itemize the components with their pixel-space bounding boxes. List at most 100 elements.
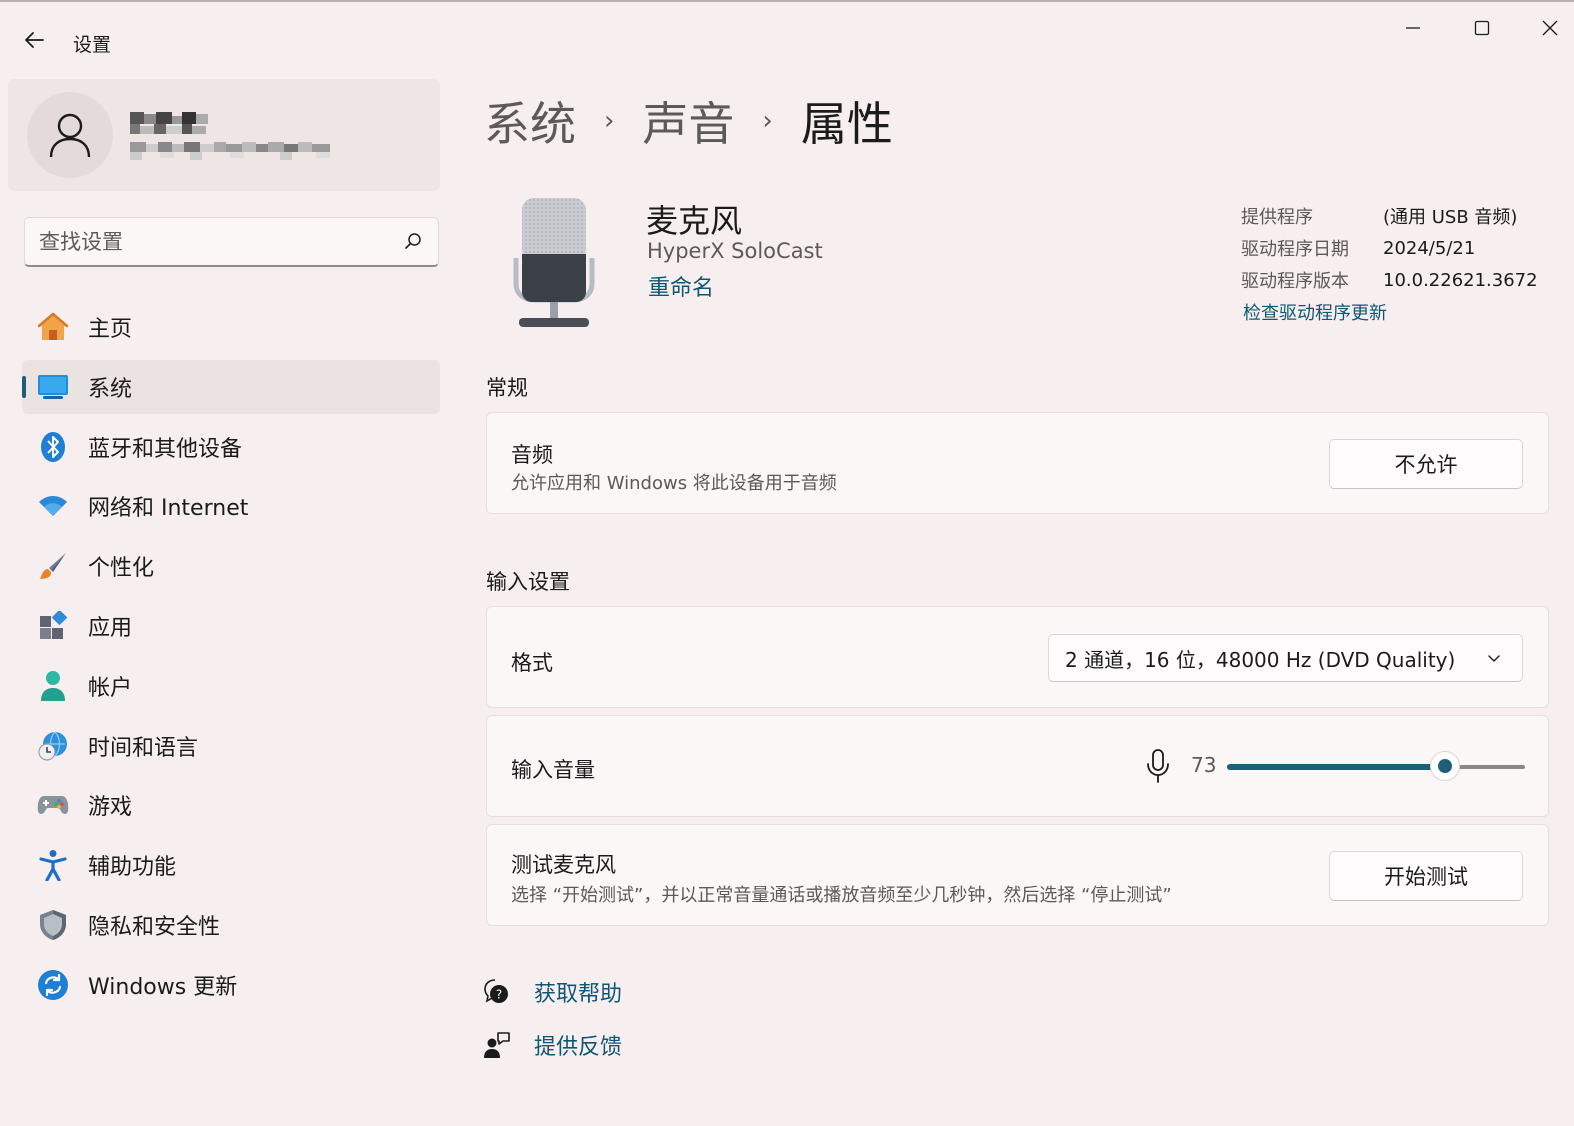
update-icon	[36, 968, 70, 1002]
page-title: 属性	[800, 97, 893, 151]
breadcrumb-separator: ›	[762, 106, 773, 136]
settings-window: 设置 查找设置 主页 系统 蓝牙和其他设备 网络和 Internet 个性化 应…	[0, 0, 1574, 1126]
brush-icon	[36, 549, 70, 583]
close-button[interactable]	[1527, 10, 1573, 46]
audio-card: 音频 允许应用和 Windows 将此设备用于音频 不允许	[486, 412, 1549, 514]
sidebar-item-label: 系统	[88, 376, 133, 402]
sidebar-nav: 主页 系统 蓝牙和其他设备 网络和 Internet 个性化 应用 帐户 时间和…	[22, 300, 440, 1018]
sidebar-item-label: 隐私和安全性	[88, 914, 221, 940]
maximize-button[interactable]	[1459, 10, 1505, 46]
maximize-icon	[1474, 20, 1490, 36]
sidebar-item-label: 游戏	[88, 795, 133, 821]
sidebar-item-apps[interactable]: 应用	[22, 599, 440, 653]
sidebar-item-label: 时间和语言	[88, 735, 199, 761]
search-input[interactable]	[39, 227, 389, 257]
account-icon	[36, 669, 70, 703]
breadcrumb: 系统 › 声音 › 属性	[484, 88, 893, 154]
accessibility-icon	[36, 848, 70, 882]
sidebar-item-privacy[interactable]: 隐私和安全性	[22, 898, 440, 952]
sidebar-item-label: 辅助功能	[88, 855, 177, 881]
system-icon	[36, 370, 70, 404]
format-card: 格式 2 通道，16 位，48000 Hz (DVD Quality)	[486, 606, 1549, 708]
start-test-button[interactable]: 开始测试	[1329, 851, 1523, 901]
rename-link[interactable]: 重命名	[648, 270, 714, 302]
sidebar-item-accounts[interactable]: 帐户	[22, 659, 440, 713]
test-microphone-card: 测试麦克风 选择 “开始测试”，并以正常音量通话或播放音频至少几秒钟，然后选择 …	[486, 824, 1549, 926]
sidebar-item-label: Windows 更新	[88, 974, 238, 1000]
device-name: 麦克风	[646, 202, 743, 240]
device-model: HyperX SoloCast	[647, 239, 823, 263]
sidebar-item-gaming[interactable]: 游戏	[22, 778, 440, 832]
wifi-icon	[36, 489, 70, 523]
sidebar-item-label: 应用	[88, 615, 133, 641]
search-box	[24, 217, 439, 267]
sidebar-item-personalization[interactable]: 个性化	[22, 539, 440, 593]
apps-icon	[36, 609, 70, 643]
microphone-icon	[1147, 749, 1169, 783]
give-feedback-link[interactable]: 提供反馈	[484, 1029, 622, 1061]
sidebar-item-accessibility[interactable]: 辅助功能	[22, 838, 440, 892]
driver-row-date: 驱动程序日期 2024/5/21	[1241, 232, 1538, 264]
give-feedback-label: 提供反馈	[534, 1035, 623, 1060]
driver-key: 驱动程序日期	[1241, 239, 1349, 260]
section-title-input-settings: 输入设置	[486, 570, 570, 594]
input-volume-value: 73	[1191, 753, 1217, 777]
shield-icon	[36, 908, 70, 942]
format-select[interactable]: 2 通道，16 位，48000 Hz (DVD Quality)	[1048, 634, 1523, 682]
input-volume-slider[interactable]	[1227, 746, 1525, 786]
minimize-icon	[1406, 27, 1420, 29]
breadcrumb-separator: ›	[604, 106, 615, 136]
check-driver-update-link[interactable]: 检查驱动程序更新	[1243, 299, 1538, 325]
get-help-link[interactable]: ? 获取帮助	[484, 976, 622, 1008]
app-title: 设置	[73, 34, 112, 56]
driver-value: 2024/5/21	[1383, 237, 1476, 259]
redacted-account-name	[130, 112, 330, 160]
chevron-down-icon	[1488, 655, 1500, 662]
format-selected-value: 2 通道，16 位，48000 Hz (DVD Quality)	[1065, 647, 1456, 672]
time-language-icon	[36, 729, 70, 763]
sidebar-item-label: 主页	[88, 317, 133, 342]
svg-text:?: ?	[496, 988, 502, 1002]
sidebar-item-home[interactable]: 主页	[22, 300, 440, 354]
audio-title: 音频	[511, 443, 553, 467]
audio-description: 允许应用和 Windows 将此设备用于音频	[511, 473, 837, 494]
sidebar-item-windows-update[interactable]: Windows 更新	[22, 958, 440, 1012]
search-icon[interactable]	[404, 232, 422, 250]
minimize-button[interactable]	[1390, 10, 1436, 46]
sidebar-item-bluetooth[interactable]: 蓝牙和其他设备	[22, 420, 440, 474]
input-volume-title: 输入音量	[511, 758, 595, 782]
slider-thumb[interactable]	[1430, 751, 1460, 781]
driver-info: 提供程序 (通用 USB 音频) 驱动程序日期 2024/5/21 驱动程序版本…	[1241, 200, 1538, 325]
disallow-button[interactable]: 不允许	[1329, 439, 1523, 489]
feedback-icon	[484, 1032, 510, 1058]
help-chat-icon: ?	[484, 979, 508, 1003]
back-arrow-icon	[25, 32, 44, 48]
user-icon	[49, 113, 91, 158]
sidebar-item-network[interactable]: 网络和 Internet	[22, 479, 440, 533]
get-help-label: 获取帮助	[534, 982, 623, 1007]
test-microphone-description: 选择 “开始测试”，并以正常音量通话或播放音频至少几秒钟，然后选择 “停止测试”	[511, 885, 1172, 906]
microphone-device-icon	[513, 198, 595, 327]
gaming-icon	[36, 788, 70, 822]
back-button[interactable]	[14, 22, 54, 58]
breadcrumb-item-system[interactable]: 系统	[484, 88, 576, 154]
bluetooth-icon	[36, 430, 70, 464]
sidebar-item-time-language[interactable]: 时间和语言	[22, 719, 440, 773]
sidebar-item-label: 个性化	[88, 556, 155, 582]
sidebar-item-label: 网络和 Internet	[88, 496, 249, 522]
slider-fill	[1227, 764, 1445, 770]
breadcrumb-item-sound[interactable]: 声音	[642, 88, 734, 154]
home-icon	[36, 310, 70, 344]
driver-row-version: 驱动程序版本 10.0.22621.3672	[1241, 264, 1538, 296]
section-title-general: 常规	[486, 376, 528, 400]
driver-key: 驱动程序版本	[1241, 271, 1349, 292]
sidebar-item-system[interactable]: 系统	[22, 359, 440, 414]
input-volume-card: 输入音量 73	[486, 715, 1549, 817]
profile-card[interactable]	[8, 79, 440, 191]
avatar	[27, 92, 113, 178]
driver-key: 提供程序	[1241, 207, 1313, 228]
driver-value: (通用 USB 音频)	[1383, 207, 1518, 228]
title-bar: 设置	[0, 2, 1574, 74]
driver-value: 10.0.22621.3672	[1383, 269, 1538, 291]
sidebar-item-label: 蓝牙和其他设备	[88, 436, 243, 462]
